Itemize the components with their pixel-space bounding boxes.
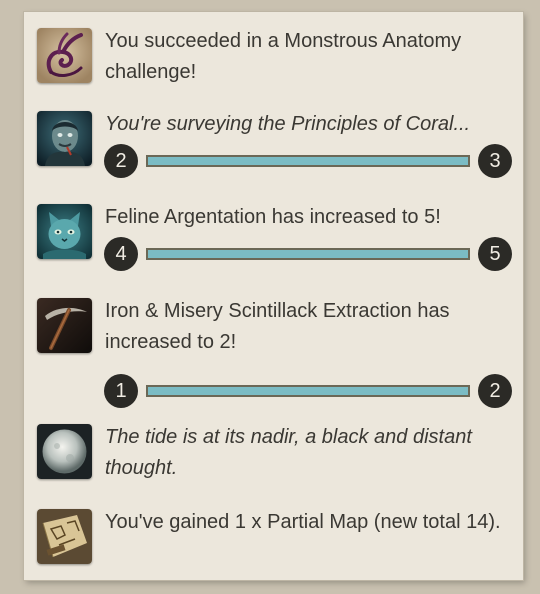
pale-moon-icon (37, 424, 92, 479)
message-panel: You succeeded in a Monstrous Anatomy cha… (24, 12, 523, 580)
progress-fill (148, 250, 468, 258)
feline-creature-icon (37, 204, 92, 259)
progress-track (146, 385, 470, 397)
progress-bar: 1 2 (104, 374, 512, 408)
progress-bar: 4 5 (104, 237, 512, 271)
progress-start-value: 4 (104, 237, 138, 271)
message-text: You've gained 1 x Partial Map (new total… (105, 511, 501, 533)
zailor-portrait-icon (37, 111, 92, 166)
progress-start-value: 1 (104, 374, 138, 408)
progress-bar: 2 3 (104, 144, 512, 178)
progress-end-value: 5 (478, 237, 512, 271)
progress-start-value: 2 (104, 144, 138, 178)
monstrous-anatomy-glyph-icon (37, 28, 92, 83)
progress-track (146, 248, 470, 260)
partial-map-icon (37, 509, 92, 564)
pickaxe-icon (37, 298, 92, 353)
progress-track (146, 155, 470, 167)
message-text: Feline Argentation has increased to 5! (105, 206, 441, 228)
progress-fill (148, 157, 468, 165)
progress-end-value: 3 (478, 144, 512, 178)
progress-fill (148, 387, 468, 395)
progress-end-value: 2 (478, 374, 512, 408)
message-text: The tide is at its nadir, a black and di… (105, 426, 472, 479)
message-text: You succeeded in a Monstrous Anatomy cha… (105, 30, 462, 83)
message-text: Iron & Misery Scintillack Extraction has… (105, 300, 450, 353)
message-text: You're surveying the Principles of Coral… (105, 113, 471, 135)
